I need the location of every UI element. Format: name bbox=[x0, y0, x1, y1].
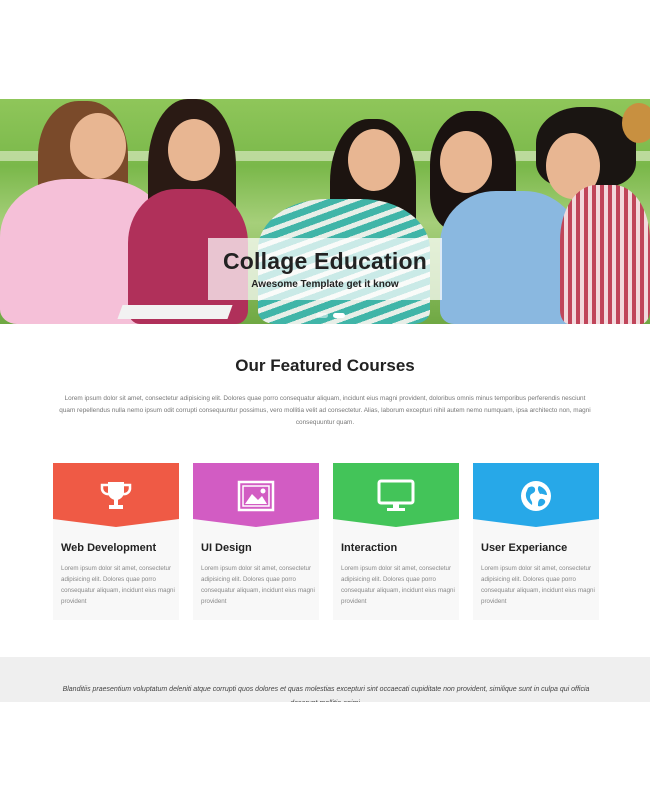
card-title: UI Design bbox=[201, 542, 252, 554]
slider-pagination bbox=[316, 313, 345, 318]
testimonial-band: Blanditiis praesentium voluptatum deleni… bbox=[0, 657, 650, 702]
section-description: Lorem ipsum dolor sit amet, consectetur … bbox=[59, 395, 591, 426]
globe-icon bbox=[517, 477, 555, 515]
trophy-icon bbox=[97, 477, 135, 515]
card-text: Lorem ipsum dolor sit amet, consectetur … bbox=[201, 565, 315, 605]
card-title: Interaction bbox=[341, 542, 398, 554]
card-header bbox=[473, 463, 599, 527]
card-text: Lorem ipsum dolor sit amet, consectetur … bbox=[61, 565, 175, 605]
course-card-web-development[interactable]: Web Development Lorem ipsum dolor sit am… bbox=[53, 463, 179, 620]
course-card-ui-design[interactable]: UI Design Lorem ipsum dolor sit amet, co… bbox=[193, 463, 319, 620]
card-title: Web Development bbox=[61, 542, 157, 554]
course-card-interaction[interactable]: Interaction Lorem ipsum dolor sit amet, … bbox=[333, 463, 459, 620]
card-title: User Experiance bbox=[481, 542, 568, 554]
course-cards: Web Development Lorem ipsum dolor sit am… bbox=[53, 463, 599, 621]
section-title: Our Featured Courses bbox=[235, 356, 415, 375]
card-header bbox=[193, 463, 319, 527]
card-text: Lorem ipsum dolor sit amet, consectetur … bbox=[481, 565, 595, 605]
hero-subtitle: Awesome Template get it know bbox=[251, 279, 399, 290]
image-icon bbox=[237, 477, 275, 515]
testimonial-text: Blanditiis praesentium voluptatum deleni… bbox=[62, 686, 590, 702]
hero-title: Collage Education bbox=[222, 248, 428, 274]
hero-caption: Collage Education Awesome Template get i… bbox=[208, 238, 442, 300]
card-text: Lorem ipsum dolor sit amet, consectetur … bbox=[341, 565, 455, 605]
card-header bbox=[333, 463, 459, 527]
course-card-user-experiance[interactable]: User Experiance Lorem ipsum dolor sit am… bbox=[473, 463, 599, 620]
monitor-icon bbox=[377, 477, 415, 515]
card-header bbox=[53, 463, 179, 527]
slider-dot[interactable] bbox=[316, 313, 328, 318]
slider-dot-active[interactable] bbox=[333, 313, 345, 318]
